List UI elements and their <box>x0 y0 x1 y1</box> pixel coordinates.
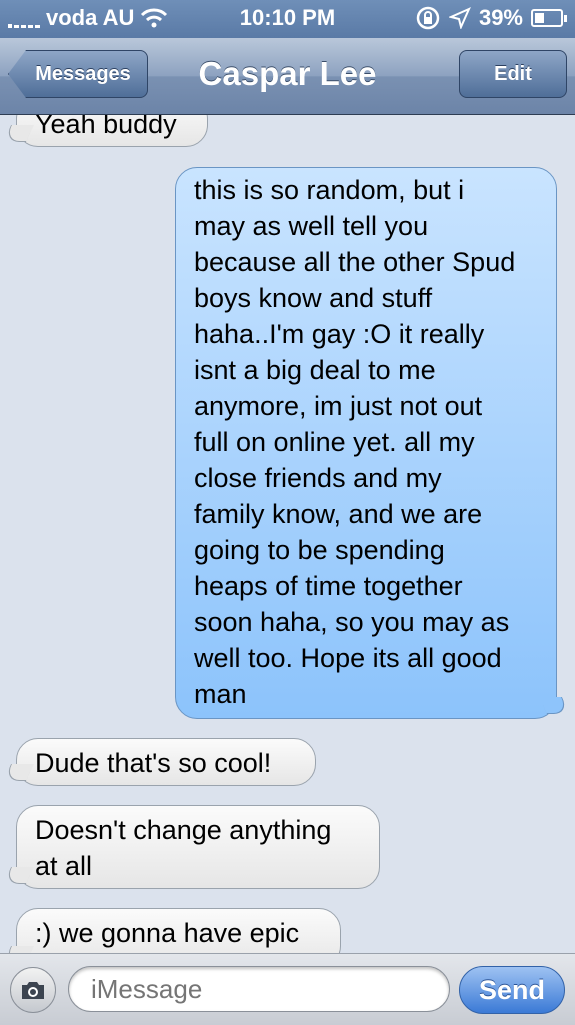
camera-button[interactable] <box>10 967 56 1013</box>
message-line: soon haha, so you may as <box>194 607 510 637</box>
message-line: boys know and stuff <box>194 283 433 313</box>
message-line: family know, and we are <box>194 499 483 529</box>
send-button[interactable]: Send <box>459 966 565 1014</box>
status-right: 39% <box>415 5 567 31</box>
message-line: may as well tell you <box>194 211 429 241</box>
battery-percent: 39% <box>478 5 523 30</box>
message-incoming: :) we gonna have epic <box>16 908 341 953</box>
camera-icon <box>22 982 44 999</box>
status-bar: voda AU 10:10 PM 39% <box>0 0 575 38</box>
message-list[interactable]: Yeah buddy this is so random, but i may … <box>0 115 575 953</box>
rotation-lock-icon <box>416 6 440 30</box>
message-line: man <box>194 679 247 709</box>
message-input[interactable] <box>68 966 450 1012</box>
message-text: :) we gonna have epic <box>35 918 300 948</box>
message-line: because all the other Spud <box>194 247 516 277</box>
message-incoming: Dude that's so cool! <box>16 738 316 786</box>
message-line: Doesn't change anything <box>35 815 332 845</box>
message-line: at all <box>35 851 93 881</box>
location-arrow-icon <box>448 7 471 29</box>
message-text: Dude that's so cool! <box>35 748 272 778</box>
edit-button[interactable]: Edit <box>459 50 567 98</box>
message-line: haha..I'm gay :O it really <box>194 319 485 349</box>
message-line: isnt a big deal to me <box>194 355 436 385</box>
message-line: full on online yet. all my <box>194 427 475 457</box>
message-line: this is so random, but i <box>194 175 465 205</box>
message-incoming: Yeah buddy <box>16 115 208 147</box>
compose-bar: Send <box>0 953 575 1025</box>
message-text: Yeah buddy <box>35 115 177 139</box>
message-line: going to be spending <box>194 535 445 565</box>
message-incoming: Doesn't change anything at all <box>16 805 380 889</box>
nav-bar: Messages Caspar Lee Edit <box>0 38 575 115</box>
message-line: heaps of time together <box>194 571 463 601</box>
message-line: close friends and my <box>194 463 442 493</box>
message-line: well too. Hope its all good <box>194 643 502 673</box>
battery-icon <box>531 9 567 27</box>
message-line: anymore, im just not out <box>194 391 483 421</box>
message-outgoing: this is so random, but i may as well tel… <box>175 167 557 719</box>
